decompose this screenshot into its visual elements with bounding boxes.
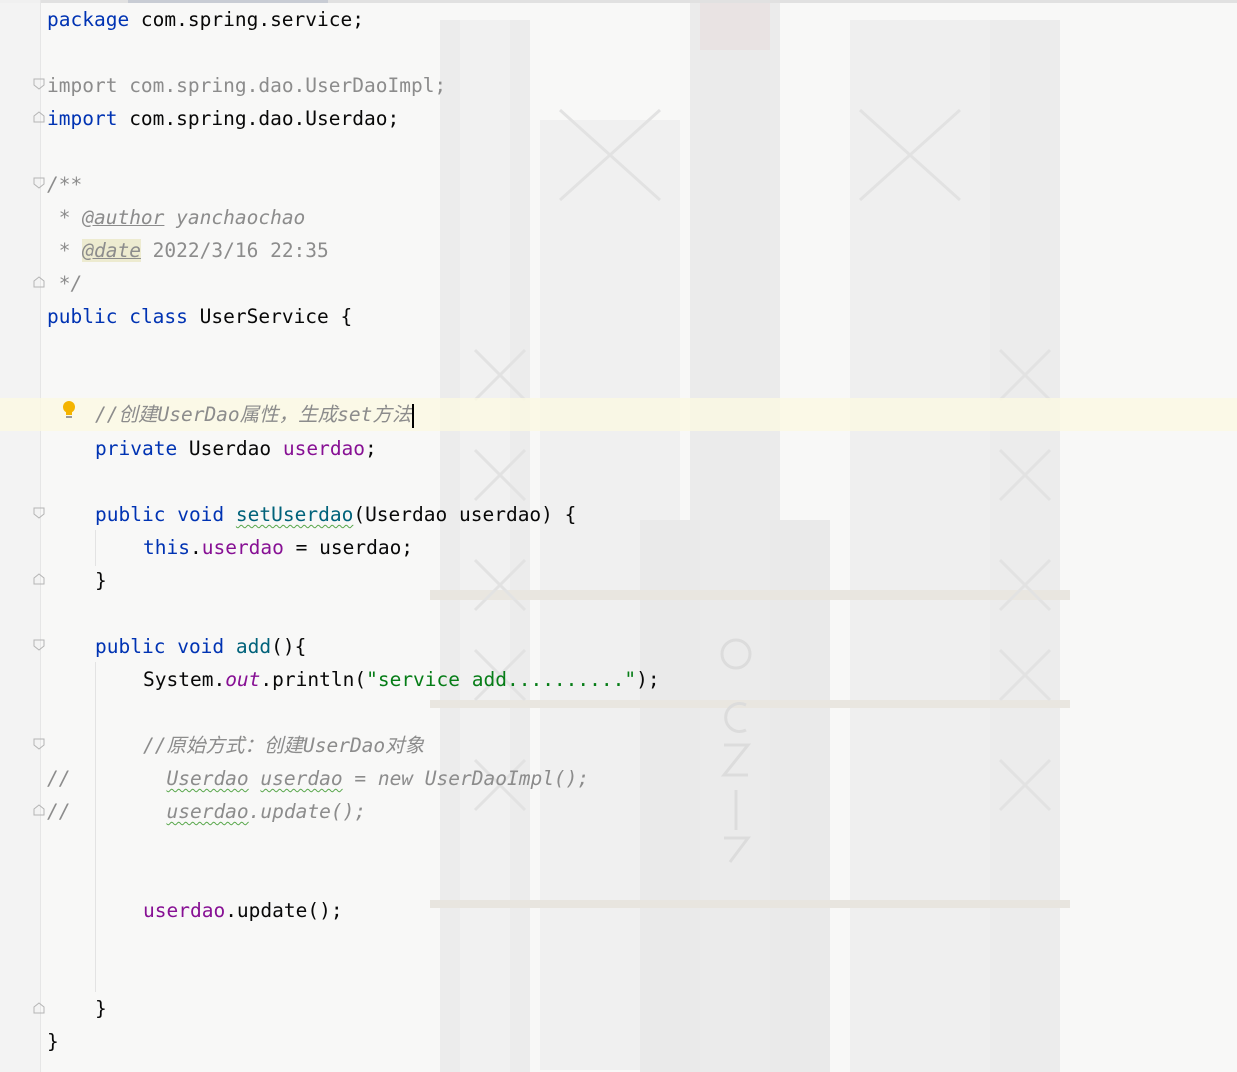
code-line-update-call[interactable]: userdao.update();: [143, 894, 343, 927]
import-path-unused: com.spring.dao.UserDaoImpl;: [117, 74, 447, 97]
editor-gutter[interactable]: [0, 0, 41, 1072]
doc-tag-date: @date: [82, 239, 141, 262]
code-line-setter-decl[interactable]: public void setUserdao(Userdao userdao) …: [95, 498, 576, 531]
fold-icon[interactable]: [33, 78, 45, 90]
keyword: void: [177, 635, 225, 658]
code-line-close-brace[interactable]: }: [95, 992, 107, 1025]
fold-icon[interactable]: [33, 177, 45, 189]
code-editor[interactable]: package com.spring.service; import com.s…: [0, 0, 1237, 1072]
fold-icon[interactable]: [33, 738, 45, 750]
string-literal: "service add..........": [366, 668, 637, 691]
comment-prefix: //: [47, 767, 71, 790]
code-line-package[interactable]: package com.spring.service;: [47, 3, 364, 36]
code-line-commented-out[interactable]: // userdao.update();: [47, 795, 366, 828]
commented-var: userdao: [260, 767, 343, 790]
keyword: private: [95, 437, 178, 460]
method-call: .update();: [225, 899, 343, 922]
keyword: import: [47, 107, 118, 130]
code-line-comment[interactable]: //创建UserDao属性，生成set方法: [95, 398, 415, 431]
method-name: setUserdao: [235, 503, 354, 526]
commented-type: Userdao: [166, 767, 249, 790]
field-ref: userdao: [143, 899, 226, 922]
class-ref: System.: [143, 668, 226, 691]
fold-icon[interactable]: [33, 804, 45, 816]
commented-rest: = new UserDaoImpl();: [342, 767, 590, 790]
code-line-import[interactable]: import com.spring.dao.Userdao;: [47, 102, 399, 135]
keyword: this: [143, 536, 190, 559]
fold-icon[interactable]: [33, 507, 45, 519]
fold-icon[interactable]: [33, 111, 45, 123]
code-line-setter-body[interactable]: this.userdao = userdao;: [143, 531, 413, 564]
code-line-close-brace[interactable]: }: [95, 564, 107, 597]
import-path: com.spring.dao.Userdao;: [117, 107, 400, 130]
doc-comment-open[interactable]: /**: [47, 168, 82, 201]
doc-comment-author[interactable]: * @author yanchaochao: [47, 201, 306, 234]
punct: ;: [365, 437, 377, 460]
doc-comment-close[interactable]: */: [47, 267, 83, 300]
code-line-commented-out[interactable]: // Userdao userdao = new UserDaoImpl();: [47, 762, 589, 795]
keyword: public: [47, 305, 118, 328]
commented-var: userdao: [166, 800, 249, 823]
fold-icon[interactable]: [33, 1002, 45, 1014]
keyword: public: [95, 503, 166, 526]
doc-prefix: *: [47, 206, 83, 229]
method-call: .println(: [260, 668, 367, 691]
keyword: package: [47, 8, 130, 31]
punct: .: [189, 536, 202, 559]
code-line-import[interactable]: import com.spring.dao.UserDaoImpl;: [47, 69, 446, 102]
keyword: class: [129, 305, 188, 328]
code-line-close-brace[interactable]: }: [47, 1025, 59, 1058]
punct: );: [636, 668, 660, 691]
doc-prefix: *: [47, 239, 83, 262]
keyword-unused: import: [47, 74, 118, 97]
keyword: void: [177, 503, 225, 526]
doc-author-value: yanchaochao: [164, 206, 306, 229]
params: (Userdao userdao) {: [353, 503, 577, 526]
commented-rest: .update();: [248, 800, 367, 823]
fold-icon[interactable]: [33, 573, 45, 585]
doc-comment-date[interactable]: * @date 2022/3/16 22:35: [47, 234, 329, 267]
class-name: UserService {: [187, 305, 353, 328]
indent-guide: [95, 530, 96, 566]
assign: = userdao;: [283, 536, 414, 559]
fold-icon[interactable]: [33, 639, 45, 651]
code-line-comment[interactable]: //原始方式：创建UserDao对象: [143, 729, 424, 762]
code-line-class-decl[interactable]: public class UserService {: [47, 300, 352, 333]
code-line-add-decl[interactable]: public void add(){: [95, 630, 306, 663]
doc-tag-author: @author: [82, 206, 165, 229]
fold-icon[interactable]: [33, 276, 45, 288]
method-name: add: [235, 635, 272, 658]
params: (){: [271, 635, 307, 658]
field-ref: userdao: [201, 536, 284, 559]
package-name: com.spring.service;: [129, 8, 364, 31]
field-name: userdao: [282, 437, 366, 460]
comment-prefix: //: [47, 800, 71, 823]
comment-text: //创建UserDao属性，生成set方法: [95, 403, 412, 426]
code-line-println[interactable]: System.out.println("service add.........…: [143, 663, 660, 696]
code-line-field-decl[interactable]: private Userdao userdao;: [95, 432, 377, 465]
intention-bulb-icon[interactable]: [61, 400, 77, 422]
type-name: Userdao: [177, 437, 283, 460]
static-field: out: [225, 668, 261, 691]
doc-date-value: 2022/3/16 22:35: [140, 239, 329, 262]
text-caret: [412, 403, 415, 428]
keyword: public: [95, 635, 166, 658]
